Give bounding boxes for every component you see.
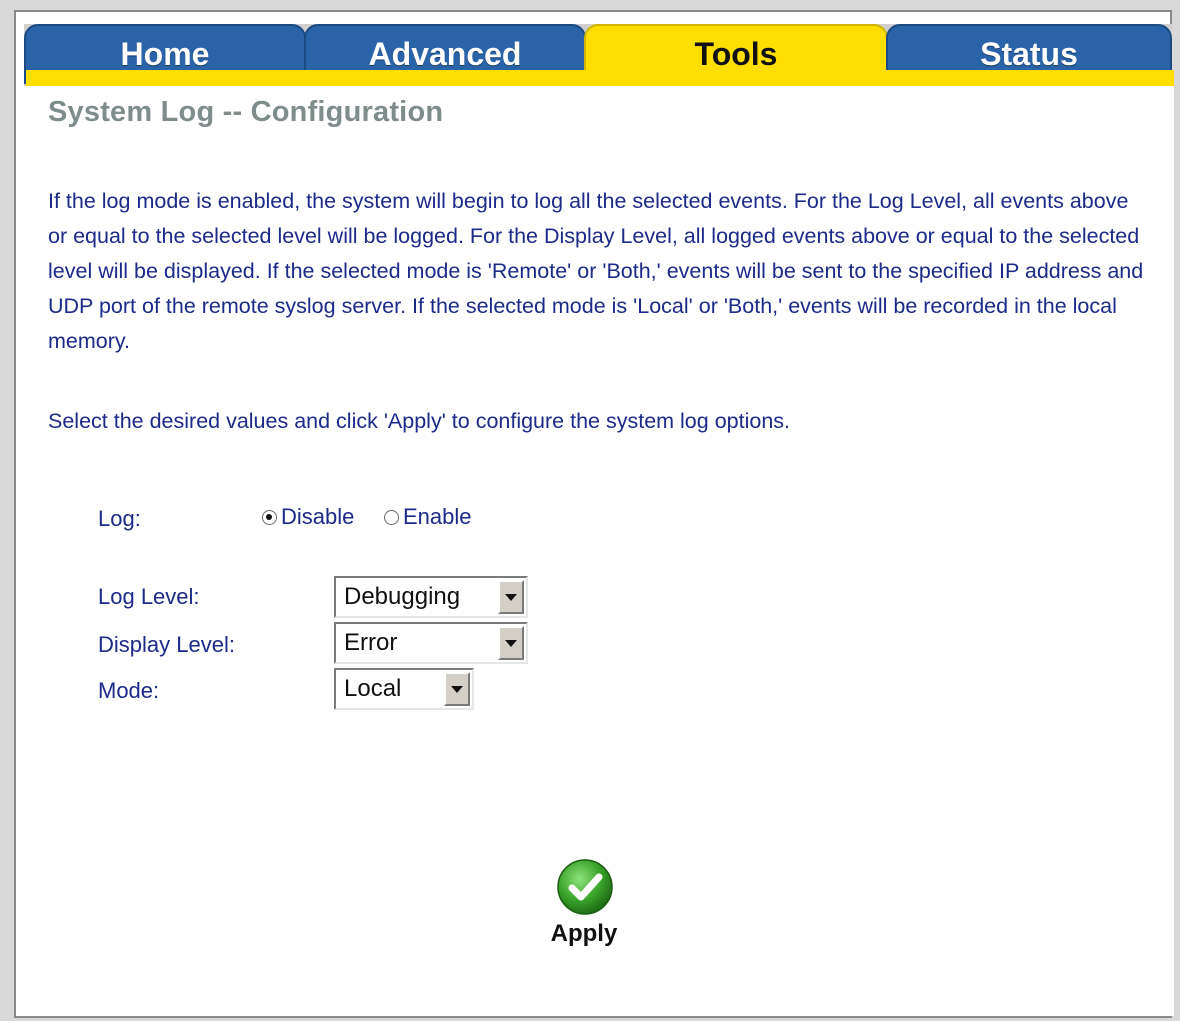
description-text: If the log mode is enabled, the system w…: [48, 189, 1144, 353]
log-level-select[interactable]: Debugging: [334, 576, 528, 618]
log-level-label: Log Level:: [98, 584, 200, 609]
display-level-value: Error: [344, 629, 398, 656]
log-label: Log:: [98, 506, 141, 531]
chevron-down-icon[interactable]: [498, 626, 524, 660]
mode-value: Local: [344, 675, 402, 702]
instruction-text: Select the desired values and click 'App…: [48, 409, 791, 433]
check-icon: [557, 859, 613, 915]
radio-disable[interactable]: [262, 509, 277, 525]
chevron-down-icon[interactable]: [498, 580, 524, 614]
log-level-value: Debugging: [344, 583, 461, 610]
radio-enable-label: Enable: [403, 504, 472, 529]
tab-underline: [26, 70, 1174, 86]
chevron-down-icon[interactable]: [444, 672, 470, 706]
radio-disable-label: Disable: [281, 504, 355, 529]
radio-enable[interactable]: [384, 509, 399, 525]
log-enable-option[interactable]: Enable: [384, 504, 472, 530]
page-title: System Log -- Configuration: [48, 96, 444, 128]
apply-button[interactable]: Apply: [544, 858, 624, 954]
display-level-label: Display Level:: [98, 632, 235, 657]
page-frame: Home Advanced Tools Status System Log --…: [14, 10, 1174, 1018]
apply-label: Apply: [550, 920, 618, 947]
content-area: System Log -- Configuration If the log m…: [26, 86, 1174, 1016]
mode-label: Mode:: [98, 678, 160, 703]
log-disable-option[interactable]: Disable: [262, 504, 354, 530]
mode-select[interactable]: Local: [334, 668, 474, 710]
display-level-select[interactable]: Error: [334, 622, 528, 664]
